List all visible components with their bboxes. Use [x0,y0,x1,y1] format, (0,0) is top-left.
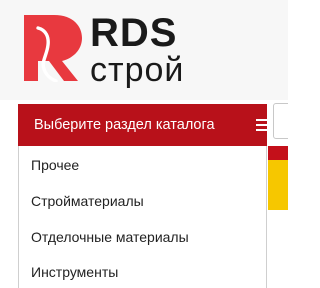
promo-banner[interactable] [268,146,288,210]
logo-name: RDS [90,11,178,55]
logo[interactable]: RDS строй [18,12,198,90]
catalog-item-finishing-materials[interactable]: Отделочные материалы [31,229,189,245]
catalog-menu: Прочее Стройматериалы Отделочные материа… [18,146,267,288]
hamburger-icon [256,119,273,131]
catalog-button-label: Выберите раздел каталога [34,117,215,133]
catalog-item-tools[interactable]: Инструменты [31,264,118,280]
site-header: RDS строй [0,0,288,100]
catalog-button[interactable]: Выберите раздел каталога [18,104,273,146]
logo-subtitle: строй [90,51,185,89]
catalog-item-building-materials[interactable]: Стройматериалы [31,193,144,209]
search-input[interactable] [273,103,288,139]
banner-stripe [268,146,288,160]
logo-r-mark-icon [24,15,82,82]
catalog-item-other[interactable]: Прочее [31,157,79,173]
page: RDS строй Выберите раздел каталога Проче… [0,0,288,288]
